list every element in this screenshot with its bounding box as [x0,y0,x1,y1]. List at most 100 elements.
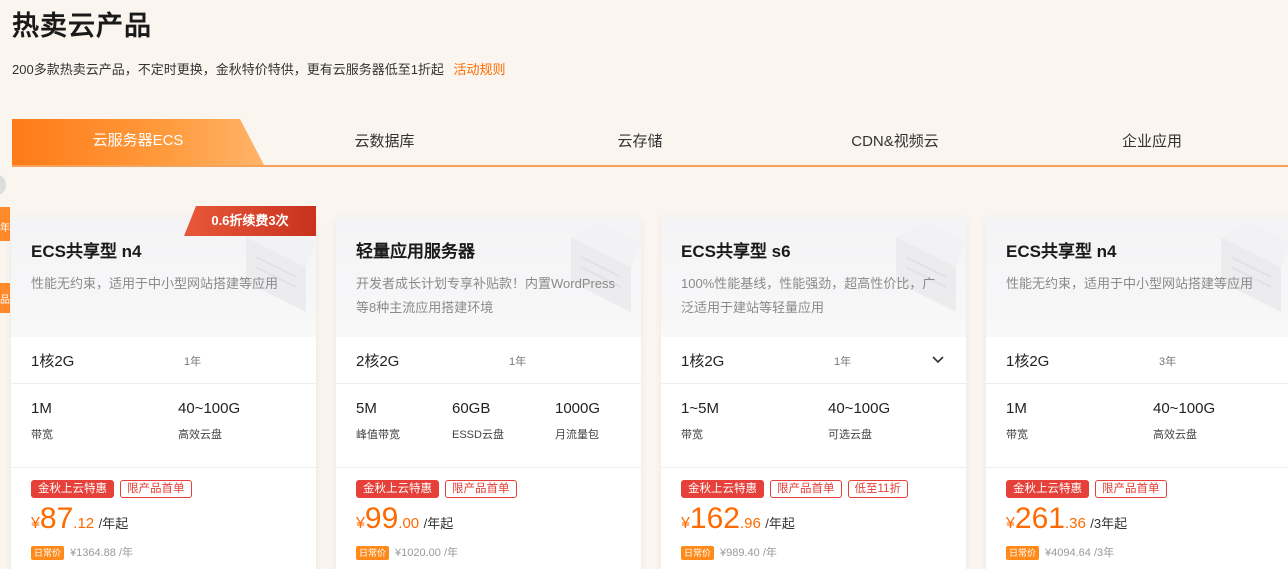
product-card[interactable]: ECS共享型 n4 性能无约束，适用于中小型网站搭建等应用 1核2G 3年 1M… [986,217,1288,569]
spec-config: 2核2G [356,353,400,370]
price-integer: 99 [364,502,399,535]
price-integer: 261 [1014,502,1065,535]
tab-database[interactable]: 云数据库 [312,119,457,165]
promo-tag: 金秋上云特惠 [31,480,114,498]
price: ¥162.96 /年起 [681,502,795,536]
attr-bandwidth: 1M 带宽 [1006,400,1028,442]
spec-term: 1年 [509,356,527,368]
card-description: 100%性能基线，性能强劲，超高性价比，广泛适用于建站等轻量应用 [681,276,936,315]
tab-label: 云数据库 [354,133,415,150]
tab-label: 企业应用 [1121,133,1182,150]
promo-tags: 金秋上云特惠 限产品首单 [31,480,192,498]
attr-value: 1~5M [681,400,719,417]
spec-term: 1年 [834,356,852,368]
spec-term: 1年 [184,356,202,368]
original-price: 日常价 ¥4094.64 /3年 [1006,544,1115,561]
spec-selector[interactable]: 1核2G 1年 [661,337,966,384]
price-decimal: .00 [398,515,420,532]
side-tab-label: 品 [0,295,10,306]
attr-value: 60GB [452,400,491,417]
product-category-tabs: 云服务器ECS 云数据库 云存储 CDN&视频云 企业应用 [12,119,1288,167]
card-title: 轻量应用服务器 [356,242,475,261]
promo-tags: 金秋上云特惠 限产品首单 [356,480,517,498]
attr-bandwidth: 1~5M 带宽 [681,400,719,442]
attr-label: 高效云盘 [1153,429,1197,441]
tab-cdn-video[interactable]: CDN&视频云 [830,119,960,165]
renewal-discount-badge: 0.6折续费3次 [184,206,316,236]
daily-price-tag: 日常价 [31,546,65,561]
price-unit: /年起 [98,516,129,531]
side-tab-product[interactable]: 品 [0,283,10,313]
product-card[interactable]: ECS共享型 s6 100%性能基线，性能强劲，超高性价比，广泛适用于建站等轻量… [661,217,966,569]
daily-price-tag: 日常价 [681,546,715,561]
divider [986,467,1288,468]
spec-selector[interactable]: 2核2G 1年 [336,337,641,384]
spec-term: 3年 [1159,356,1177,368]
price: ¥261.36 /3年起 [1006,502,1127,536]
card-description: 性能无约束，适用于中小型网站搭建等应用 [1006,276,1254,291]
promo-tag: 限产品首单 [120,480,192,498]
side-tab-year[interactable]: 年 [0,207,10,241]
promo-tag: 低至11折 [847,480,908,498]
daily-price-tag: 日常价 [1006,546,1040,561]
original-price-value: ¥4094.64 /3年 [1045,547,1115,559]
promo-tag: 限产品首单 [770,480,842,498]
attr-label: 带宽 [681,429,703,441]
attr-value: 1M [1006,400,1027,417]
attr-label: 高效云盘 [178,429,222,441]
attr-label: 带宽 [31,429,53,441]
attr-value: 40~100G [1153,400,1216,417]
promo-tag: 限产品首单 [445,480,517,498]
spec-config: 1核2G [681,353,725,370]
card-description: 开发者成长计划专享补贴款！内置WordPress等8种主流应用搭建环境 [356,276,616,315]
spec-config: 1核2G [1006,353,1050,370]
product-card[interactable]: 轻量应用服务器 开发者成长计划专享补贴款！内置WordPress等8种主流应用搭… [336,217,641,569]
original-price: 日常价 ¥1020.00 /年 [356,544,459,561]
promo-tags: 金秋上云特惠 限产品首单 [1006,480,1167,498]
promo-tag: 金秋上云特惠 [681,480,764,498]
card-title: ECS共享型 s6 [681,242,791,261]
side-scroll-handle[interactable] [0,174,6,196]
card-header: ECS共享型 n4 性能无约束，适用于中小型网站搭建等应用 [986,217,1288,337]
product-card[interactable]: ECS共享型 n4 性能无约束，适用于中小型网站搭建等应用 1核2G 1年 1M… [11,217,316,569]
promo-tags: 金秋上云特惠 限产品首单 低至11折 [681,480,908,498]
price-integer: 162 [689,502,740,535]
activity-rules-link[interactable]: 活动规则 [454,62,506,77]
attr-disk: 40~100G 可选云盘 [828,400,890,442]
attr-value: 40~100G [828,400,891,417]
price-decimal: .96 [739,515,761,532]
spec-selector[interactable]: 1核2G 3年 [986,337,1288,384]
page-subtitle: 200多款热卖云产品，不定时更换，金秋特价特供，更有云服务器低至1折起 活动规则 [12,59,506,78]
price-integer: 87 [39,502,74,535]
attr-bandwidth: 5M 峰值带宽 [356,400,400,442]
tab-label: 云服务器ECS [92,132,184,149]
price-decimal: .12 [73,515,95,532]
attr-traffic: 1000G 月流量包 [555,400,600,442]
chevron-down-icon[interactable] [930,351,946,367]
daily-price-tag: 日常价 [356,546,390,561]
original-price: 日常价 ¥989.40 /年 [681,544,777,561]
price-currency: ¥ [31,515,40,532]
card-header: ECS共享型 s6 100%性能基线，性能强劲，超高性价比，广泛适用于建站等轻量… [661,217,966,337]
tab-ecs[interactable]: 云服务器ECS [12,119,264,165]
attr-value: 5M [356,400,377,417]
original-price-value: ¥1020.00 /年 [395,547,459,559]
promo-tag: 金秋上云特惠 [356,480,439,498]
tab-storage[interactable]: 云存储 [570,119,710,165]
spec-selector[interactable]: 1核2G 1年 [11,337,316,384]
card-header: 轻量应用服务器 开发者成长计划专享补贴款！内置WordPress等8种主流应用搭… [336,217,641,337]
attr-value: 1000G [555,400,601,417]
page-title: 热卖云产品 [12,11,152,41]
attr-label: 峰值带宽 [356,429,400,441]
original-price-value: ¥989.40 /年 [720,547,777,559]
tab-enterprise-apps[interactable]: 企业应用 [1087,119,1217,165]
attr-disk: 60GB ESSD云盘 [452,400,504,442]
attr-value: 1M [31,400,52,417]
price: ¥87.12 /年起 [31,502,128,536]
divider [336,467,641,468]
original-price: 日常价 ¥1364.88 /年 [31,544,133,561]
attr-value: 40~100G [178,400,241,417]
card-title: ECS共享型 n4 [31,242,142,261]
price-decimal: .36 [1064,515,1086,532]
price-currency: ¥ [681,515,690,532]
